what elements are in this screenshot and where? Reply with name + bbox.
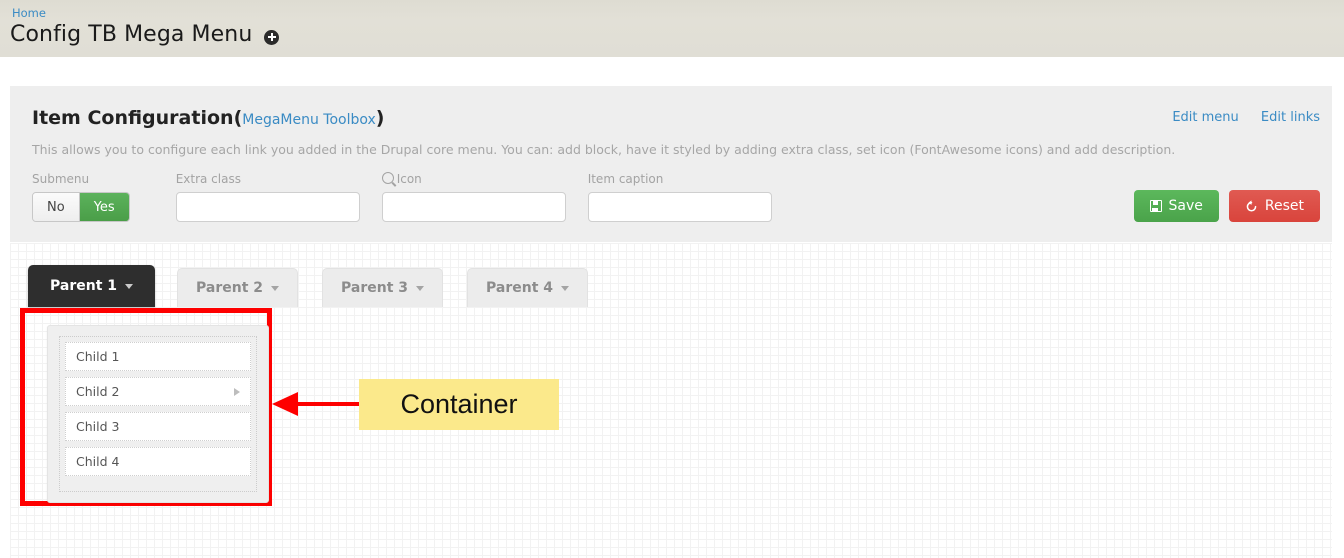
edit-menu-link[interactable]: Edit menu — [1172, 110, 1238, 125]
chevron-right-icon — [234, 387, 240, 396]
submenu-toggle-yes[interactable]: Yes — [79, 193, 129, 221]
paren-close: ) — [375, 107, 385, 129]
undo-arrow-icon — [1245, 199, 1258, 213]
child-item-1-label: Child 1 — [76, 349, 120, 364]
item-config-form: Submenu No Yes Extra class Icon Item cap… — [10, 172, 1332, 242]
submenu-dropzone[interactable]: Child 1 Child 2 Child 3 Child 4 — [59, 336, 257, 492]
submenu-toggle[interactable]: No Yes — [32, 192, 130, 222]
floppy-disk-icon — [1149, 200, 1162, 212]
parent-tab-1[interactable]: Parent 1 — [28, 265, 156, 307]
reset-button-label: Reset — [1264, 198, 1304, 214]
breadcrumb-link-home[interactable]: Home — [12, 6, 46, 20]
child-item-3-label: Child 3 — [76, 419, 120, 434]
child-item-4-label: Child 4 — [76, 454, 120, 469]
icon-input[interactable] — [381, 192, 566, 222]
chevron-down-icon — [561, 285, 570, 291]
breadcrumb: Home — [12, 6, 1344, 20]
save-button-label: Save — [1168, 198, 1203, 214]
extra-class-label: Extra class — [175, 172, 241, 186]
panel-title: Item Configuration(MegaMenu Toolbox) — [32, 106, 384, 132]
submenu-container: Child 1 Child 2 Child 3 Child 4 — [47, 325, 269, 503]
panel-actions: Edit menu Edit links — [1154, 110, 1320, 125]
panel-title-text: Item Configuration — [32, 107, 234, 129]
search-icon — [381, 172, 394, 184]
field-submenu: Submenu No Yes — [32, 172, 130, 222]
panel-header: Item Configuration(MegaMenu Toolbox) Edi… — [10, 86, 1332, 172]
item-configuration-panel: Item Configuration(MegaMenu Toolbox) Edi… — [10, 86, 1332, 242]
child-item-2[interactable]: Child 2 — [65, 377, 251, 406]
parent-tab-4-label: Parent 4 — [486, 280, 554, 296]
parent-tab-2-label: Parent 2 — [196, 280, 264, 296]
admin-topbar: Home Config TB Mega Menu — [0, 0, 1344, 57]
edit-links-link[interactable]: Edit links — [1261, 110, 1320, 125]
chevron-down-icon — [125, 283, 134, 289]
container-highlight-box: Child 1 Child 2 Child 3 Child 4 — [20, 308, 272, 506]
chevron-down-icon — [416, 285, 425, 291]
chevron-down-icon — [271, 285, 280, 291]
child-item-2-label: Child 2 — [76, 384, 120, 399]
menu-preview-canvas: Parent 1 Parent 2 Parent 3 Parent 4 Chil… — [10, 243, 1332, 558]
save-button[interactable]: Save — [1133, 190, 1219, 222]
annotation-label-container: Container — [359, 379, 559, 430]
parent-tabs: Parent 1 Parent 2 Parent 3 Parent 4 — [28, 265, 612, 307]
panel-description: This allows you to configure each link y… — [32, 142, 1176, 157]
parent-tab-2[interactable]: Parent 2 — [177, 268, 299, 307]
icon-label-text: Icon — [396, 172, 422, 186]
field-icon: Icon — [381, 172, 566, 222]
extra-class-input[interactable] — [175, 192, 360, 222]
child-item-3[interactable]: Child 3 — [65, 412, 251, 441]
annotation-arrow-head — [272, 392, 298, 416]
submenu-label: Submenu — [32, 172, 90, 186]
parent-tab-3-label: Parent 3 — [341, 280, 409, 296]
parent-tab-3[interactable]: Parent 3 — [322, 268, 444, 307]
item-caption-label: Item caption — [587, 172, 664, 186]
parent-tab-1-label: Parent 1 — [50, 278, 118, 294]
item-caption-input[interactable] — [587, 192, 772, 222]
icon-label: Icon — [381, 172, 566, 186]
parent-tab-4[interactable]: Parent 4 — [467, 268, 589, 307]
child-item-1[interactable]: Child 1 — [65, 342, 251, 371]
page-title-row: Config TB Mega Menu — [10, 22, 1344, 48]
field-extra-class: Extra class — [175, 172, 360, 222]
plus-circle-icon[interactable] — [264, 29, 280, 45]
submenu-toggle-no[interactable]: No — [33, 193, 80, 221]
page-title: Config TB Mega Menu — [10, 22, 253, 47]
reset-button[interactable]: Reset — [1228, 190, 1320, 222]
paren-open: ( — [233, 107, 243, 129]
form-buttons: Save Reset — [1133, 190, 1320, 222]
megamenu-toolbox-link[interactable]: MegaMenu Toolbox — [242, 112, 376, 128]
field-item-caption: Item caption — [587, 172, 772, 222]
child-item-4[interactable]: Child 4 — [65, 447, 251, 476]
